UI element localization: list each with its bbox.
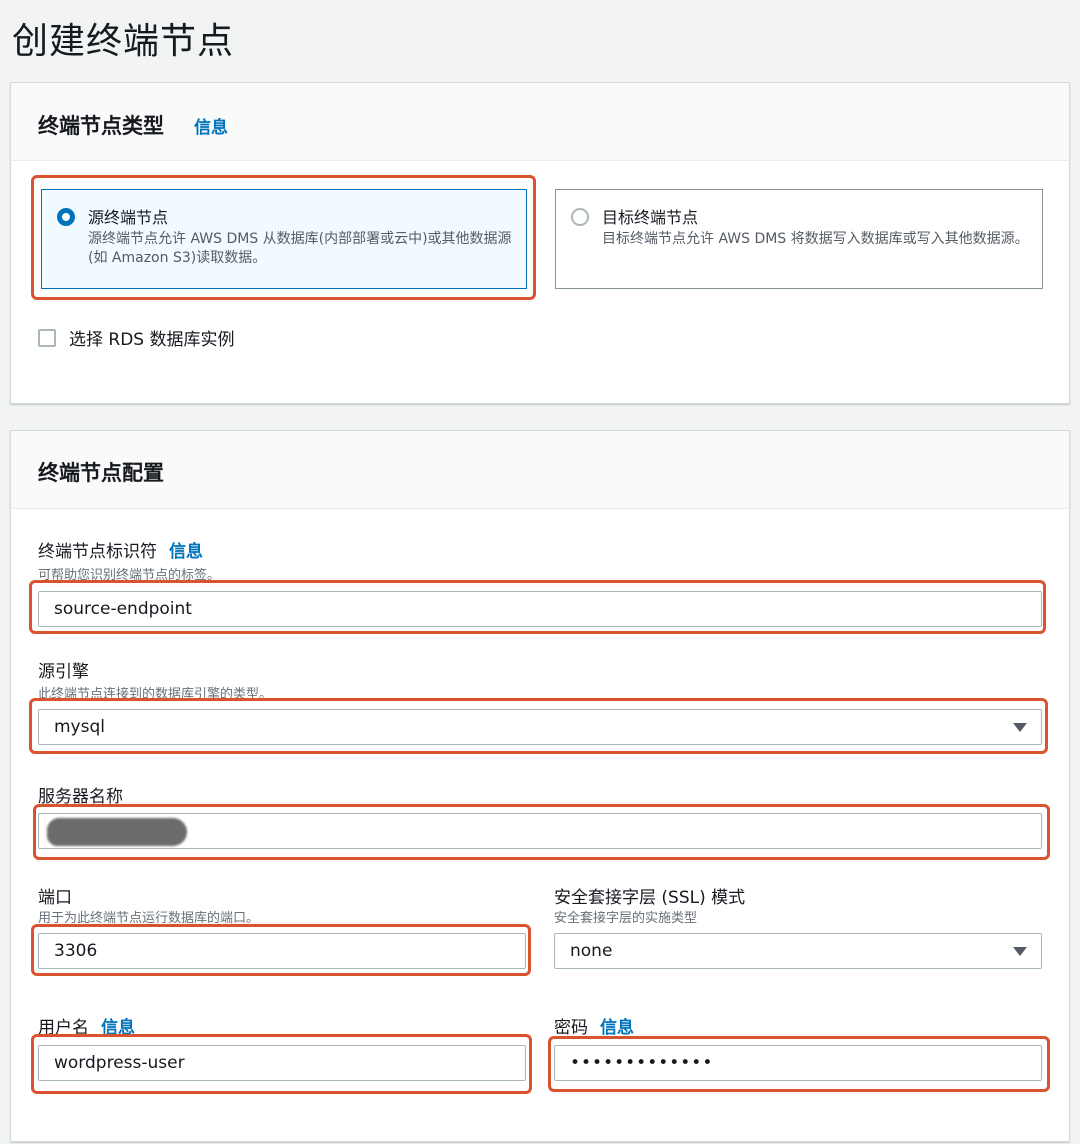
engine-description: 此终端节点连接到的数据库引擎的类型。 bbox=[38, 687, 273, 702]
panel-header: 终端节点类型 信息 bbox=[11, 83, 1069, 161]
endpoint-identifier-input[interactable]: source-endpoint bbox=[38, 591, 1042, 627]
info-link[interactable]: 信息 bbox=[169, 542, 203, 562]
ssl-label: 安全套接字层 (SSL) 模式 bbox=[554, 888, 746, 908]
caret-down-icon bbox=[1013, 947, 1027, 956]
tile-title: 目标终端节点 bbox=[602, 208, 699, 227]
password-label: 密码 信息 bbox=[554, 1013, 634, 1038]
engine-label: 源引擎 bbox=[38, 662, 89, 682]
identifier-label: 终端节点标识符 信息 bbox=[38, 537, 203, 562]
checkbox-label: 选择 RDS 数据库实例 bbox=[69, 330, 235, 350]
password-input[interactable]: ••••••••••••• bbox=[554, 1045, 1042, 1081]
target-endpoint-tile[interactable]: 目标终端节点 目标终端节点允许 AWS DMS 将数据写入数据库或写入其他数据源… bbox=[555, 189, 1043, 289]
radio-selected-icon[interactable] bbox=[57, 208, 75, 226]
rds-instance-checkbox[interactable] bbox=[38, 329, 56, 347]
select-value: none bbox=[570, 941, 613, 961]
info-link[interactable]: 信息 bbox=[600, 1018, 634, 1038]
label-text: 终端节点标识符 bbox=[38, 542, 157, 562]
ssl-mode-select[interactable]: none bbox=[554, 933, 1042, 969]
server-name-input[interactable] bbox=[38, 813, 1042, 849]
label-text: 用户名 bbox=[38, 1018, 89, 1038]
port-description: 用于为此终端节点运行数据库的端口。 bbox=[38, 911, 260, 926]
caret-down-icon bbox=[1013, 723, 1027, 732]
port-input[interactable]: 3306 bbox=[38, 933, 526, 969]
label-text: 密码 bbox=[554, 1018, 588, 1038]
username-label: 用户名 信息 bbox=[38, 1013, 135, 1038]
info-link[interactable]: 信息 bbox=[194, 113, 228, 138]
source-endpoint-tile[interactable]: 源终端节点 源终端节点允许 AWS DMS 从数据库(内部部署或云中)或其他数据… bbox=[41, 189, 527, 289]
info-link[interactable]: 信息 bbox=[101, 1018, 135, 1038]
panel-title: 终端节点类型 bbox=[38, 114, 164, 138]
endpoint-type-panel: 终端节点类型 信息 源终端节点 源终端节点允许 AWS DMS 从数据库(内部部… bbox=[10, 82, 1070, 404]
endpoint-config-panel: 终端节点配置 终端节点标识符 信息 可帮助您识别终端节点的标签。 source-e… bbox=[10, 430, 1070, 1142]
ssl-description: 安全套接字层的实施类型 bbox=[554, 911, 698, 926]
panel-header: 终端节点配置 bbox=[11, 431, 1069, 509]
port-label: 端口 bbox=[38, 888, 72, 908]
redaction-mark bbox=[47, 818, 187, 846]
username-input[interactable]: wordpress-user bbox=[38, 1045, 526, 1081]
server-label: 服务器名称 bbox=[38, 787, 123, 807]
identifier-description: 可帮助您识别终端节点的标签。 bbox=[38, 568, 221, 583]
select-value: mysql bbox=[54, 717, 105, 737]
tile-description: 源终端节点允许 AWS DMS 从数据库(内部部署或云中)或其他数据源(如 Am… bbox=[88, 231, 512, 266]
tile-description: 目标终端节点允许 AWS DMS 将数据写入数据库或写入其他数据源。 bbox=[602, 231, 1029, 247]
panel-title: 终端节点配置 bbox=[38, 461, 164, 485]
radio-unselected-icon[interactable] bbox=[571, 208, 589, 226]
tile-title: 源终端节点 bbox=[88, 208, 169, 227]
page-title: 创建终端节点 bbox=[12, 21, 235, 62]
source-engine-select[interactable]: mysql bbox=[38, 709, 1042, 745]
